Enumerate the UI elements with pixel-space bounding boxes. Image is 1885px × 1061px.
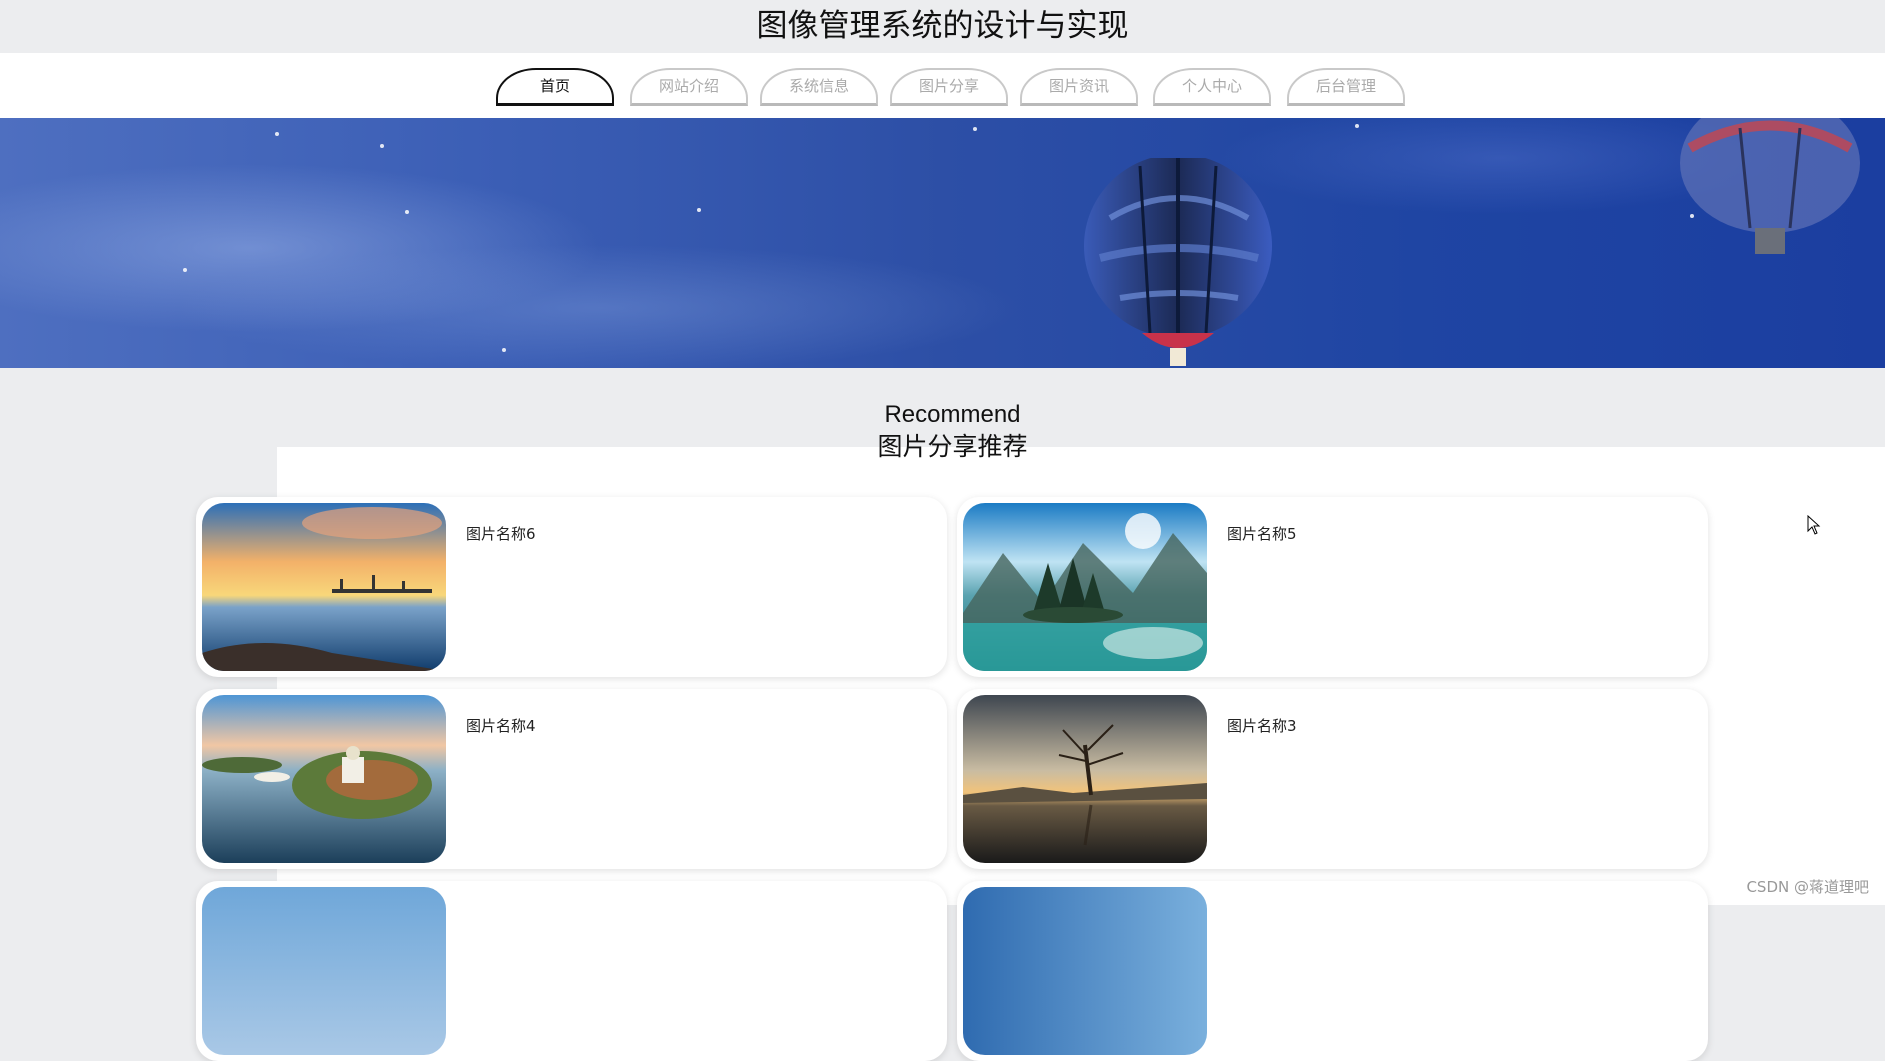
star (502, 348, 506, 352)
star (973, 127, 977, 131)
tab-image-share[interactable]: 图片分享 (890, 68, 1008, 106)
tab-personal-center[interactable]: 个人中心 (1153, 68, 1271, 106)
tab-site-intro[interactable]: 网站介绍 (630, 68, 748, 106)
tab-system-info[interactable]: 系统信息 (760, 68, 878, 106)
watermark: CSDN @蒋道理吧 (1746, 878, 1869, 896)
recommend-card[interactable]: 图片名称6 (196, 497, 947, 677)
hot-air-balloon-small-graphic (1680, 118, 1860, 254)
mountain-lake-image[interactable] (963, 503, 1207, 671)
star (275, 132, 279, 136)
tab-home[interactable]: 首页 (496, 68, 614, 106)
star (405, 210, 409, 214)
mouse-cursor-icon (1807, 515, 1821, 535)
star (183, 268, 187, 272)
image-name[interactable]: 图片名称5 (1227, 523, 1297, 544)
star (380, 144, 384, 148)
recommend-card[interactable]: 图片名称3 (957, 689, 1708, 869)
tab-admin[interactable]: 后台管理 (1287, 68, 1405, 106)
recommend-card[interactable] (196, 881, 947, 1061)
star (697, 208, 701, 212)
partial-card-image[interactable] (202, 887, 446, 1055)
title-bar: 图像管理系统的设计与实现 (0, 0, 1885, 53)
recommend-card[interactable] (957, 881, 1708, 1061)
recommend-card[interactable]: 图片名称5 (957, 497, 1708, 677)
recommend-card[interactable]: 图片名称4 (196, 689, 947, 869)
aerial-church-image[interactable] (202, 695, 446, 863)
section-title-cn: 图片分享推荐 (877, 432, 1028, 461)
image-name[interactable]: 图片名称3 (1227, 715, 1297, 736)
tab-image-news[interactable]: 图片资讯 (1020, 68, 1138, 106)
recommend-section-header: Recommend 图片分享推荐 (0, 400, 1885, 464)
partial-card-image[interactable] (963, 887, 1207, 1055)
image-name[interactable]: 图片名称4 (466, 715, 536, 736)
sunset-pier-image[interactable] (202, 503, 446, 671)
image-name[interactable]: 图片名称6 (466, 523, 536, 544)
section-title-en: Recommend (884, 401, 1021, 428)
main-nav: 首页 网站介绍 系统信息 图片分享 图片资讯 个人中心 后台管理 (0, 53, 1885, 118)
page-title: 图像管理系统的设计与实现 (756, 8, 1129, 44)
lone-tree-image[interactable] (963, 695, 1207, 863)
hot-air-balloon-graphic (1084, 158, 1272, 366)
hero-banner (0, 118, 1885, 368)
star (1355, 124, 1359, 128)
